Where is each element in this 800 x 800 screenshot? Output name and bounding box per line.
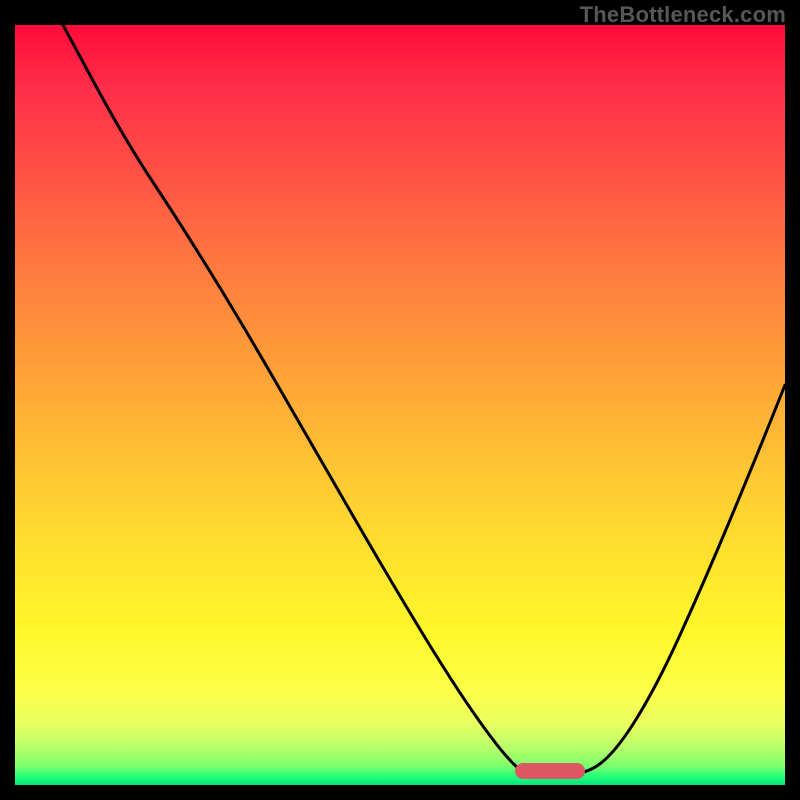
plot-area — [15, 25, 785, 785]
bottleneck-curve — [15, 25, 785, 785]
chart-frame: TheBottleneck.com — [0, 0, 800, 800]
curve-path — [63, 25, 785, 777]
optimal-marker — [515, 763, 585, 779]
